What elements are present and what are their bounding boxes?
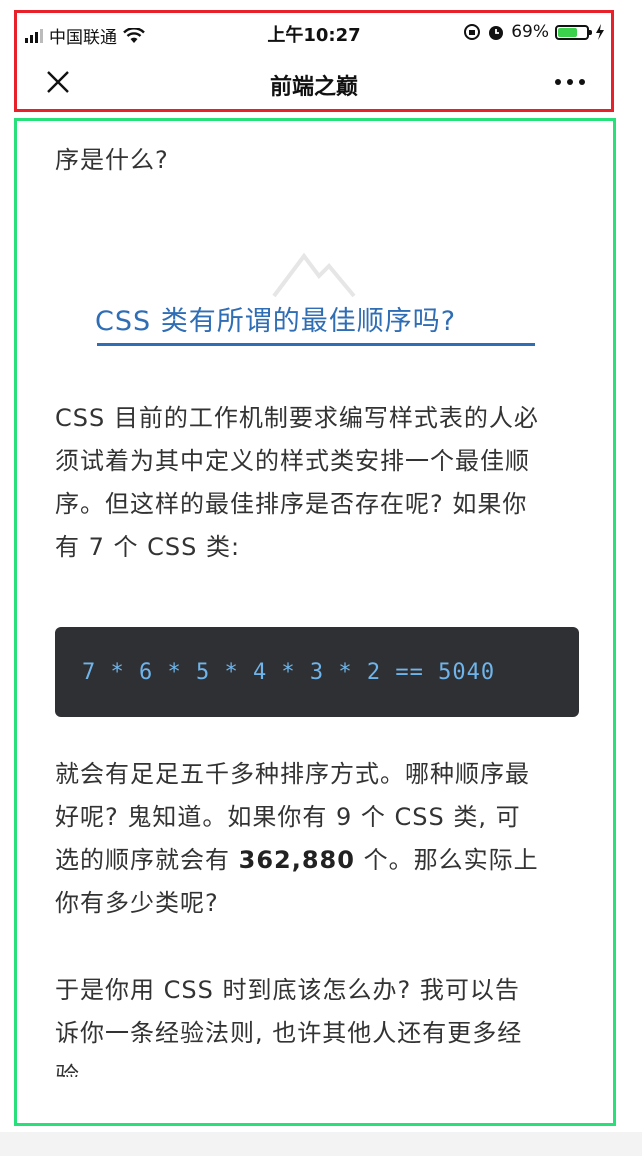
lead-text: 序是什么? <box>55 146 169 174</box>
paragraph-line: 于是你用 CSS 时到底该怎么办? 我可以告 <box>55 976 520 1004</box>
code-block: 7 * 6 * 5 * 4 * 3 * 2 == 5040 <box>55 627 579 717</box>
paragraph-3: 于是你用 CSS 时到底该怎么办? 我可以告 诉你一条经验法则, 也许其他人还有… <box>55 969 585 1077</box>
status-right: 69% <box>463 22 605 42</box>
status-bar: 中国联通 上午10:27 69% <box>17 13 611 53</box>
header-region: 中国联通 上午10:27 69% 前端之巅 <box>14 10 614 112</box>
paragraph-line: 须试着为其中定义的样式类安排一个最佳顺 <box>55 447 530 475</box>
paragraph-line: 好呢? 鬼知道。如果你有 9 个 CSS 类, 可 <box>55 803 521 831</box>
paragraph-line: 有 7 个 CSS 类: <box>55 533 241 561</box>
paragraph-line: 序。但这样的最佳排序是否存在呢? 如果你 <box>55 490 528 518</box>
paragraph-line: 你有多少类呢? <box>55 889 219 917</box>
more-icon <box>555 79 561 85</box>
charging-icon <box>596 24 604 40</box>
paragraph-line: CSS 目前的工作机制要求编写样式表的人必 <box>55 404 539 432</box>
page-title: 前端之巅 <box>269 75 358 100</box>
paragraph-line: 诉你一条经验法则, 也许其他人还有更多经 <box>55 1019 523 1047</box>
paragraph-line: 选的顺序就会有 362,880 个。那么实际上 <box>55 839 585 882</box>
code-text: 7 * 6 * 5 * 4 * 3 * 2 == 5040 <box>82 659 496 685</box>
bold-number: 362,880 <box>238 846 355 874</box>
battery-fill <box>558 27 578 37</box>
text-span: 个。那么实际上 <box>354 846 539 874</box>
text-span: 选的顺序就会有 <box>55 846 239 874</box>
battery-icon <box>555 24 592 40</box>
paragraph-line: 验 <box>55 1062 80 1077</box>
alarm-icon <box>489 26 504 40</box>
battery-percent: 69% <box>511 22 549 42</box>
bottom-strip <box>0 1132 642 1156</box>
paragraph-2: 就会有足足五千多种排序方式。哪种顺序最 好呢? 鬼知道。如果你有 9 个 CSS… <box>55 753 585 925</box>
rotation-lock-icon <box>464 24 481 40</box>
more-button[interactable] <box>555 79 585 85</box>
article-content: 序是什么? CSS 类有所谓的最佳顺序吗? CSS 目前的工作机制要求编写样式表… <box>14 118 616 1126</box>
nav-bar: 前端之巅 <box>17 57 611 109</box>
paragraph-line: 就会有足足五千多种排序方式。哪种顺序最 <box>55 760 530 788</box>
paragraph-1: CSS 目前的工作机制要求编写样式表的人必 须试着为其中定义的样式类安排一个最佳… <box>55 397 585 569</box>
section-heading: CSS 类有所谓的最佳顺序吗? <box>95 306 457 337</box>
mountain-watermark-icon <box>272 252 356 298</box>
heading-underline <box>97 343 535 346</box>
